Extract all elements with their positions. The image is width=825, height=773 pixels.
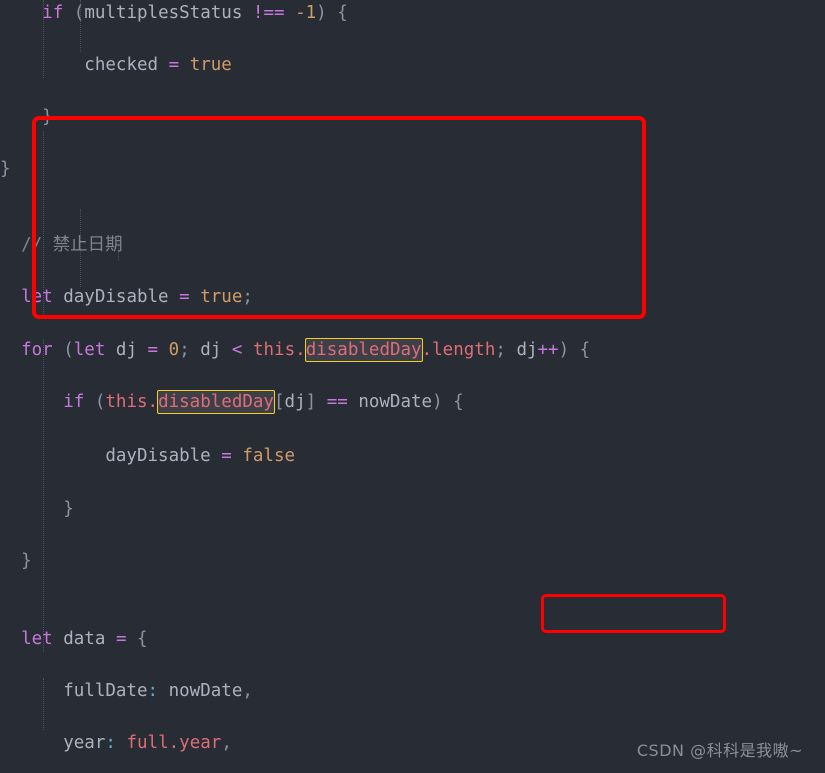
token-operator-assign: = <box>115 629 127 650</box>
selection-match-disabledDay[interactable]: disabledDay <box>304 337 423 362</box>
token-identifier-dj: dj <box>284 391 306 412</box>
token-keyword-if: if <box>63 391 85 412</box>
code-screenshot: if (multiplesStatus !== -1) { checked = … <box>0 0 825 773</box>
token-identifier-dayDisable: dayDisable <box>63 287 169 308</box>
token-keyword-for: for <box>21 339 53 360</box>
code-line: } <box>0 107 53 128</box>
code-line: // 禁止日期 <box>0 232 825 258</box>
code-editor-viewport[interactable]: if (multiplesStatus !== -1) { checked = … <box>0 0 825 773</box>
token-operator-assign: = <box>168 55 180 76</box>
token-identifier-full: full <box>126 733 169 754</box>
token-operator-assign: = <box>179 287 190 308</box>
code-line: if (this.disabledDay[dj] == nowDate) { <box>63 389 464 414</box>
token-number-zero: 0 <box>168 339 180 360</box>
token-key-year: year <box>63 733 106 754</box>
code-line: let data = { <box>21 629 148 650</box>
token-property-year: year <box>179 733 222 754</box>
token-property-length: length <box>432 339 496 360</box>
token-keyword-let: let <box>73 339 106 360</box>
csdn-watermark: CSDN @科科是我嗷~ <box>636 741 803 760</box>
token-identifier-checked: checked <box>84 55 159 76</box>
token-number-neg1: -1 <box>295 3 317 23</box>
code-line: if (multiplesStatus !== -1) { <box>42 3 348 23</box>
token-operator-lt: < <box>231 339 243 360</box>
token-keyword-if: if <box>42 3 64 23</box>
code-line: let dayDisable = true; <box>21 287 253 308</box>
code-line: } <box>0 498 74 519</box>
token-operator-loose-eq: == <box>326 391 348 412</box>
token-identifier-dj: dj <box>200 339 222 360</box>
token-keyword-let: let <box>21 629 53 650</box>
token-identifier-dayDisable: dayDisable <box>105 445 211 466</box>
code-line: } <box>0 159 11 180</box>
code-line: } <box>0 550 32 571</box>
token-key-fullDate: fullDate <box>63 681 148 702</box>
token-identifier-dj: dj <box>516 339 538 360</box>
token-identifier-data: data <box>63 629 106 650</box>
code-line: fullDate: nowDate, <box>63 681 253 702</box>
code-line: for (let dj = 0; dj < this.disabledDay.l… <box>21 337 591 362</box>
token-identifier-dj: dj <box>115 339 137 360</box>
token-operator-assign: = <box>221 445 232 466</box>
token-identifier-multiplesStatus: multiplesStatus <box>84 3 243 23</box>
token-comment: // 禁止日期 <box>21 235 123 256</box>
token-identifier-nowDate: nowDate <box>168 681 243 702</box>
token-identifier-nowDate: nowDate <box>358 391 433 412</box>
token-operator-assign: = <box>147 339 159 360</box>
token-keyword-this: this <box>252 339 296 360</box>
token-keyword-let: let <box>21 287 53 308</box>
token-keyword-this: this <box>105 391 148 412</box>
code-line: dayDisable = false <box>0 443 825 469</box>
token-boolean-false: false <box>242 445 296 466</box>
token-operator-strict-neq: !== <box>252 3 285 23</box>
token-boolean-true: true <box>200 287 243 308</box>
token-boolean-true: true <box>189 55 232 76</box>
selection-match-disabledDay[interactable]: disabledDay <box>157 389 275 414</box>
token-operator-increment: ++ <box>537 339 559 360</box>
code-line: checked = true <box>0 52 825 78</box>
